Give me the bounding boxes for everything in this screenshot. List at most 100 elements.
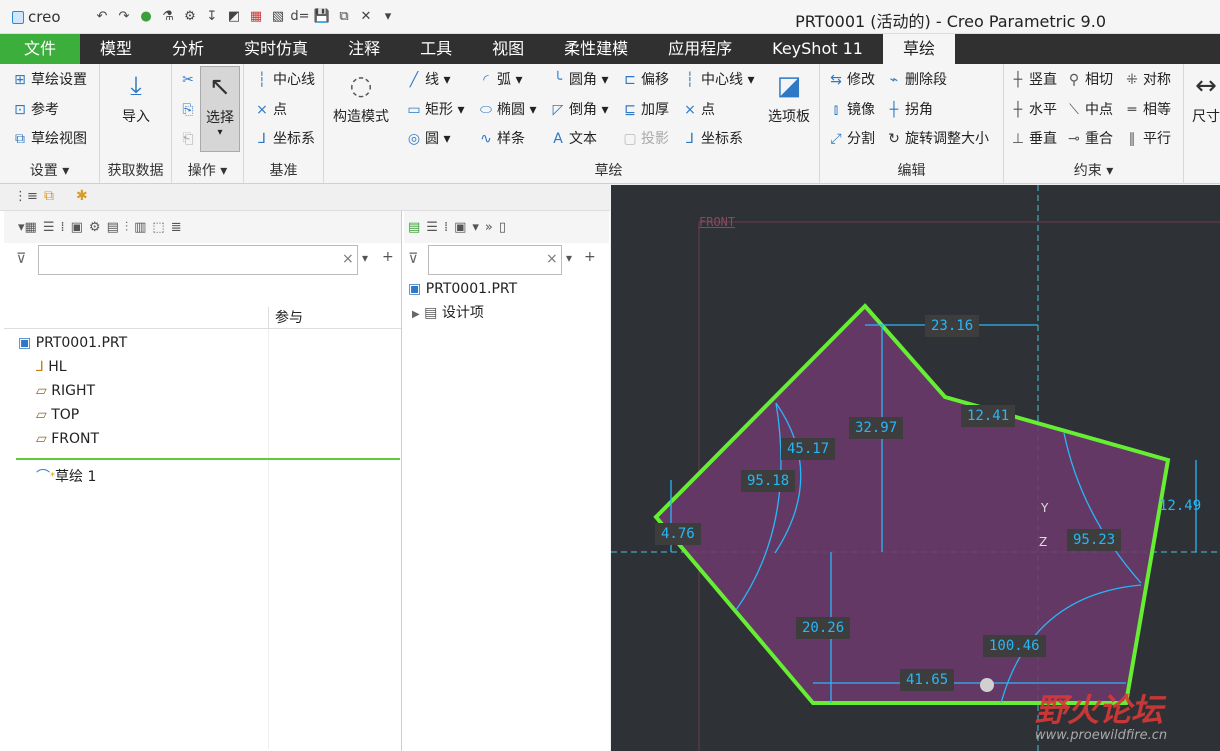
dimension-12-41[interactable]: 12.41 xyxy=(961,405,1016,427)
relations-button[interactable]: d= xyxy=(290,8,310,26)
sketch-pentagon[interactable] xyxy=(653,303,1171,705)
model-tree-search-input[interactable] xyxy=(38,245,358,275)
thicken-button[interactable]: ⊑ 加厚 xyxy=(622,100,669,120)
tree-node-top[interactable]: ▱ TOP xyxy=(36,405,79,425)
layer-icon[interactable]: ▤ xyxy=(408,220,420,235)
tool-button-4[interactable]: ◩ xyxy=(224,8,244,26)
tab-annotate[interactable]: 注释 xyxy=(328,34,400,64)
dimension-45-17[interactable]: 45.17 xyxy=(781,438,836,460)
clear-search-icon[interactable]: × xyxy=(342,251,354,267)
construction-mode-button[interactable]: ◌ 构造模式 xyxy=(330,70,392,126)
graphics-window[interactable]: FRONT 23.16 32.97 12.41 45.17 95.18 4.76… xyxy=(611,185,1220,751)
add-icon[interactable]: + xyxy=(382,249,394,265)
mirror-button[interactable]: ⫾ 镜像 xyxy=(828,100,875,120)
tool-button-1[interactable]: ⚗ xyxy=(158,8,178,26)
circle-button[interactable]: ◎ 圆 ▾ xyxy=(406,129,451,149)
dimension-32-97[interactable]: 32.97 xyxy=(849,417,904,439)
datum-centerline-button[interactable]: ┆ 中心线 xyxy=(254,70,315,90)
palette-button[interactable]: ◪ 选项板 xyxy=(764,70,814,126)
constraints-group-label[interactable]: 约束 ▾ xyxy=(1004,160,1183,180)
layer-tree-search-input[interactable] xyxy=(428,245,562,275)
search-dropdown-icon[interactable]: ▾ xyxy=(566,251,572,265)
tree-node-right[interactable]: ▱ RIGHT xyxy=(36,381,95,401)
copy-icon[interactable]: ⎘ xyxy=(180,100,199,120)
tab-flexible-modeling[interactable]: 柔性建模 xyxy=(544,34,648,64)
tab-sketch[interactable]: 草绘 xyxy=(882,34,955,64)
project-button[interactable]: ▢ 投影 xyxy=(622,129,669,149)
setup-group-label[interactable]: 设置 ▾ xyxy=(0,160,99,180)
expand-all-icon[interactable]: ☰ xyxy=(43,220,55,235)
tab-live-simulation[interactable]: 实时仿真 xyxy=(224,34,328,64)
dimension-100-46[interactable]: 100.46 xyxy=(983,635,1046,657)
modify-button[interactable]: ⇆ 修改 xyxy=(828,70,875,90)
tab-view[interactable]: 视图 xyxy=(472,34,544,64)
dimension-95-18[interactable]: 95.18 xyxy=(741,470,796,492)
column-header-participate[interactable]: 参与 xyxy=(268,307,303,329)
dimension-12-49[interactable]: 12.49 xyxy=(1153,495,1207,517)
tree-node-part[interactable]: ▣ PRT0001.PRT xyxy=(18,333,127,353)
columns-icon[interactable]: ▣ xyxy=(71,220,83,235)
spline-button[interactable]: ∿ 样条 xyxy=(478,129,525,149)
sketch-view-button[interactable]: ⧉ 草绘视图 xyxy=(12,129,87,149)
sketch-setup-button[interactable]: ⊞ 草绘设置 xyxy=(12,70,87,90)
redo-button[interactable]: ↷ xyxy=(114,8,134,26)
corner-button[interactable]: ┼ 拐角 xyxy=(886,100,933,120)
fillet-button[interactable]: ╰ 圆角 ▾ xyxy=(550,70,609,90)
arc-button[interactable]: ◜ 弧 ▾ xyxy=(478,70,522,90)
more-icon[interactable]: » xyxy=(485,220,493,235)
dimension-4-76[interactable]: 4.76 xyxy=(655,523,701,545)
select-button[interactable]: ↖ 选择 ▾ xyxy=(200,66,240,152)
references-button[interactable]: ⊡ 参考 xyxy=(12,100,59,120)
tool-button-3[interactable]: ↧ xyxy=(202,8,222,26)
vertical-constraint-button[interactable]: ┼ 竖直 xyxy=(1010,70,1057,90)
datum-csys-button[interactable]: ⅃ 坐标系 xyxy=(254,129,315,149)
save-button[interactable]: 💾 xyxy=(312,8,332,26)
regenerate-button[interactable]: ● xyxy=(136,8,156,26)
layer-node-part[interactable]: ▣ PRT0001.PRT xyxy=(408,279,517,299)
tree-node-csys[interactable]: ⅃ HL xyxy=(36,357,67,377)
sketch-point-button[interactable]: × 点 xyxy=(682,100,715,120)
tree-node-sketch[interactable]: ⌒*草绘 1 xyxy=(36,467,96,487)
undo-button[interactable]: ↶ xyxy=(92,8,112,26)
favorites-tab-icon[interactable]: ✱ xyxy=(76,188,88,204)
ellipse-button[interactable]: ⬭ 椭圆 ▾ xyxy=(478,100,536,120)
midpoint-constraint-button[interactable]: ⟍ 中点 xyxy=(1066,100,1113,120)
dimension-41-65[interactable]: 41.65 xyxy=(900,669,955,691)
tree-node-front[interactable]: ▱ FRONT xyxy=(36,429,99,449)
rotate-resize-button[interactable]: ↻ 旋转调整大小 xyxy=(886,129,989,149)
operations-group-label[interactable]: 操作 ▾ xyxy=(172,160,243,180)
tab-model[interactable]: 模型 xyxy=(80,34,152,64)
parallel-constraint-button[interactable]: ∥ 平行 xyxy=(1124,129,1172,149)
coincident-constraint-button[interactable]: ⊸ 重合 xyxy=(1066,129,1113,149)
clear-search-icon[interactable]: × xyxy=(546,251,558,267)
horizontal-constraint-button[interactable]: ┼ 水平 xyxy=(1010,100,1057,120)
search-dropdown-icon[interactable]: ▾ xyxy=(362,251,368,265)
expand-arrow-icon[interactable]: ▶ xyxy=(412,309,420,320)
tab-file[interactable]: 文件 xyxy=(0,34,81,64)
chamfer-button[interactable]: ◸ 倒角 ▾ xyxy=(550,100,609,120)
tab-analysis[interactable]: 分析 xyxy=(152,34,224,64)
tab-tools[interactable]: 工具 xyxy=(400,34,472,64)
columns-icon[interactable]: ▣ xyxy=(454,220,466,235)
style-icon[interactable]: ⬚ xyxy=(152,220,164,235)
tab-applications[interactable]: 应用程序 xyxy=(648,34,752,64)
paste-icon[interactable]: ⎗ xyxy=(180,129,199,149)
folder-browser-tab-icon[interactable]: ⧉ xyxy=(44,188,54,204)
delete-segment-button[interactable]: ⌁ 删除段 xyxy=(886,70,947,90)
show-icon[interactable]: ▥ xyxy=(134,220,146,235)
datum-point-button[interactable]: × 点 xyxy=(254,100,287,120)
add-icon[interactable]: + xyxy=(584,249,596,265)
filter-tree-icon[interactable]: ▾ xyxy=(472,220,479,235)
page-icon[interactable]: ▯ xyxy=(499,220,506,235)
import-button[interactable]: ⤓ 导入 xyxy=(114,70,158,126)
more-icon[interactable]: ≣ xyxy=(171,220,182,235)
window-button[interactable]: ⧉ xyxy=(334,8,354,26)
cut-icon[interactable]: ✂ xyxy=(180,70,199,90)
text-button[interactable]: A 文本 xyxy=(550,129,597,149)
tree-collapse-icon[interactable]: ▾▦ xyxy=(18,220,37,235)
line-button[interactable]: ╱ 线 ▾ xyxy=(406,70,451,90)
equal-constraint-button[interactable]: ═ 相等 xyxy=(1124,100,1171,120)
filter-tree-icon[interactable]: ▤ xyxy=(107,220,119,235)
settings-icon[interactable]: ⚙ xyxy=(89,220,101,235)
customize-qat-button[interactable]: ▾ xyxy=(378,8,398,26)
